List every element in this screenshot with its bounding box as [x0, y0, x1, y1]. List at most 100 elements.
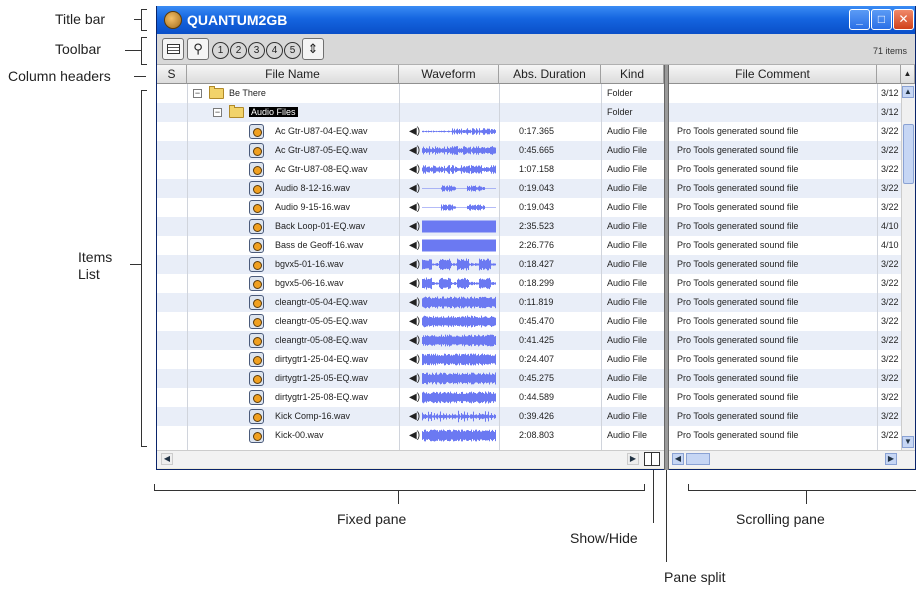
collapse-toggle-icon[interactable]: −	[193, 89, 202, 98]
browser-menu-button[interactable]	[162, 38, 184, 60]
callout-items-list-2: List	[78, 266, 100, 282]
scrolling-pane-hscroll[interactable]: ◀ ▶	[669, 450, 915, 468]
waveform-overview	[422, 277, 496, 290]
comment-cell: Pro Tools generated sound file	[677, 411, 799, 421]
speaker-icon[interactable]: ◀)	[409, 350, 420, 369]
minimize-button[interactable]: _	[849, 9, 870, 30]
file-row[interactable]: Ac Gtr-U87-04-EQ.wav ◀) 0:17.365 Audio File…	[157, 122, 915, 141]
leader-title-bar-stub	[134, 19, 141, 20]
scrolling-pane-hthumb[interactable]	[686, 453, 710, 465]
column-header-s[interactable]: S	[157, 65, 187, 84]
speaker-icon[interactable]: ◀)	[409, 369, 420, 388]
speaker-icon[interactable]: ◀)	[409, 426, 420, 445]
speaker-icon[interactable]: ◀)	[409, 274, 420, 293]
file-row[interactable]: Kick Comp-16.wav ◀) 0:39.426 Audio File Pro …	[157, 407, 915, 426]
speaker-icon[interactable]: ◀)	[409, 236, 420, 255]
file-row[interactable]: dirtygtr1-25-04-EQ.wav ◀) 0:24.407 Audio Fi…	[157, 350, 915, 369]
preset-slot-5[interactable]: 5	[284, 42, 301, 59]
speaker-icon[interactable]: ◀)	[409, 160, 420, 179]
preset-slot-4[interactable]: 4	[266, 42, 283, 59]
scroll-down-arrow[interactable]: ▼	[902, 436, 914, 448]
date-cell: 3/22	[881, 354, 899, 364]
column-header-date[interactable]	[877, 65, 901, 84]
items-list: − Be There Folder 3/12 − Audio Files Folder 3/1…	[157, 84, 915, 450]
speaker-icon[interactable]: ◀)	[409, 331, 420, 350]
audio-file-icon	[249, 162, 264, 177]
kind-cell: Audio File	[607, 297, 648, 307]
file-row[interactable]: Ac Gtr-U87-05-EQ.wav ◀) 0:45.665 Audio File…	[157, 141, 915, 160]
preset-slot-2[interactable]: 2	[230, 42, 247, 59]
column-header-file-comment[interactable]: File Comment	[669, 65, 877, 84]
vertical-scroll-thumb[interactable]	[903, 124, 914, 184]
comment-cell: Pro Tools generated sound file	[677, 145, 799, 155]
speaker-icon[interactable]: ◀)	[409, 179, 420, 198]
divider-duration	[601, 84, 602, 450]
kind-cell: Audio File	[607, 430, 648, 440]
date-cell: 3/22	[881, 145, 899, 155]
column-header-kind[interactable]: Kind	[601, 65, 664, 84]
file-row[interactable]: bgvx5-06-16.wav ◀) 0:18.299 Audio File Pro T…	[157, 274, 915, 293]
scrolling-pane-scroll-left[interactable]: ◀	[672, 453, 684, 465]
speaker-icon[interactable]: ◀)	[409, 122, 420, 141]
speaker-icon[interactable]: ◀)	[409, 407, 420, 426]
file-row[interactable]: dirtygtr1-25-05-EQ.wav ◀) 0:45.275 Audio Fi…	[157, 369, 915, 388]
speaker-icon[interactable]: ◀)	[409, 388, 420, 407]
speaker-icon[interactable]: ◀)	[409, 198, 420, 217]
close-button[interactable]: ✕	[893, 9, 914, 30]
waveform-overview	[422, 296, 496, 309]
speaker-icon[interactable]: ◀)	[409, 141, 420, 160]
maximize-button[interactable]: □	[871, 9, 892, 30]
file-row[interactable]: dirtygtr1-25-08-EQ.wav ◀) 0:44.589 Audio Fi…	[157, 388, 915, 407]
speaker-icon[interactable]: ◀)	[409, 293, 420, 312]
file-row[interactable]: cleangtr-05-04-EQ.wav ◀) 0:11.819 Audio Fil…	[157, 293, 915, 312]
column-header-abs-duration[interactable]: Abs. Duration	[499, 65, 601, 84]
scroll-up-arrow[interactable]: ▲	[902, 86, 914, 98]
title-bar[interactable]: QUANTUM2GB _ □ ✕	[157, 6, 915, 34]
comment-cell: Pro Tools generated sound file	[677, 354, 799, 364]
file-row[interactable]: cleangtr-05-05-EQ.wav ◀) 0:45.470 Audio Fil…	[157, 312, 915, 331]
file-row[interactable]: cleangtr-05-08-EQ.wav ◀) 0:41.425 Audio Fil…	[157, 331, 915, 350]
show-hide-button[interactable]	[644, 452, 660, 466]
speaker-icon[interactable]: ◀)	[409, 255, 420, 274]
comment-cell: Pro Tools generated sound file	[677, 297, 799, 307]
preset-slot-1[interactable]: 1	[212, 42, 229, 59]
waveform-overview	[422, 258, 496, 271]
vertical-scrollbar[interactable]: ▲ ▼	[901, 84, 915, 450]
leader-fixed-pane-stub	[398, 490, 399, 504]
file-row[interactable]: Kick-00.wav ◀) 2:08.803 Audio File Pro Tools…	[157, 426, 915, 445]
scrolling-pane-scroll-right[interactable]: ▶	[885, 453, 897, 465]
collapse-toggle-icon[interactable]: −	[213, 108, 222, 117]
comment-cell: Pro Tools generated sound file	[677, 373, 799, 383]
file-row[interactable]: Audio 8-12-16.wav ◀) 0:19.043 Audio File Pro…	[157, 179, 915, 198]
column-header-waveform[interactable]: Waveform	[399, 65, 499, 84]
kind-cell: Audio File	[607, 240, 648, 250]
date-cell: 3/12	[881, 107, 899, 117]
fixed-pane-scroll-right[interactable]: ▶	[627, 453, 639, 465]
file-row[interactable]: Audio 9-15-16.wav ◀) 0:19.043 Audio File Pro…	[157, 198, 915, 217]
expand-collapse-button[interactable]: ⇕	[302, 38, 324, 60]
folder-icon	[209, 86, 224, 99]
file-row[interactable]: Bass de Geoff-16.wav ◀) 2:26.776 Audio File…	[157, 236, 915, 255]
folder-row[interactable]: − Be There Folder 3/12	[157, 84, 915, 103]
column-header-file-name[interactable]: File Name	[187, 65, 399, 84]
find-button[interactable]: ⚲	[187, 38, 209, 60]
waveform-overview	[422, 315, 496, 328]
preset-slot-3[interactable]: 3	[248, 42, 265, 59]
fixed-pane-hscroll[interactable]: ◀ ▶	[157, 450, 664, 468]
file-name-cell: Ac Gtr-U87-05-EQ.wav	[275, 145, 368, 155]
pane-split[interactable]	[664, 65, 669, 470]
leader-items-list-stub	[130, 264, 141, 265]
folder-row[interactable]: − Audio Files Folder 3/12	[157, 103, 915, 122]
duration-cell: 0:45.470	[519, 316, 555, 326]
waveform-overview	[422, 334, 496, 347]
date-cell: 3/22	[881, 392, 899, 402]
duration-cell: 0:41.425	[519, 335, 555, 345]
comment-cell: Pro Tools generated sound file	[677, 221, 799, 231]
file-row[interactable]: Back Loop-01-EQ.wav ◀) 2:35.523 Audio File P…	[157, 217, 915, 236]
file-row[interactable]: bgvx5-01-16.wav ◀) 0:18.427 Audio File Pro T…	[157, 255, 915, 274]
file-name-cell: cleangtr-05-04-EQ.wav	[275, 297, 368, 307]
speaker-icon[interactable]: ◀)	[409, 312, 420, 331]
fixed-pane-scroll-left[interactable]: ◀	[161, 453, 173, 465]
speaker-icon[interactable]: ◀)	[409, 217, 420, 236]
file-row[interactable]: Ac Gtr-U87-08-EQ.wav ◀) 1:07.158 Audio File…	[157, 160, 915, 179]
